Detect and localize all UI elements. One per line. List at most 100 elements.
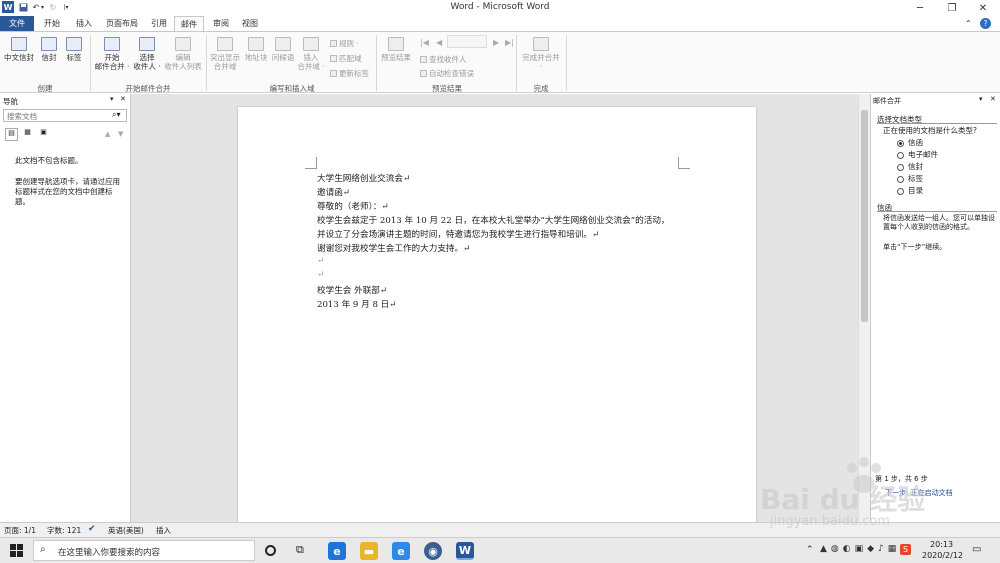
labels-icon [66,37,82,51]
status-page[interactable]: 页面: 1/1 [4,525,36,536]
envelopes-button[interactable]: 信封 [38,37,60,62]
notification-icon[interactable]: ▭ [972,544,981,555]
first-record-icon[interactable]: |◀ [420,38,429,47]
file-explorer-icon[interactable]: ▬ [360,542,378,560]
doc-line: 邀请函↵ [317,188,350,198]
find-recipient-button[interactable]: 查找收件人 [420,54,467,65]
finish-merge-button[interactable]: 完成并合并 · [518,37,564,71]
previous-record-icon[interactable]: ◀ [436,38,442,47]
nav-search-input[interactable]: 搜索文档 ⌕▾ [3,109,127,122]
cortana-icon[interactable] [265,545,276,556]
nav-tab-headings[interactable]: ▤ [5,128,18,141]
baidu-watermark-text: Bai du 经验 [760,483,926,516]
ie-icon[interactable]: e [392,542,410,560]
minimize-button[interactable]: ─ [905,0,935,16]
section-divider [877,123,997,124]
help-icon[interactable]: ? [980,18,991,29]
ribbon-separator [376,35,377,91]
group-finish-label: 完成 [533,84,549,93]
tab-page-layout[interactable]: 页面布局 [100,16,144,31]
next-record-icon[interactable]: ▶ [493,38,499,47]
tab-references[interactable]: 引用 [145,16,173,31]
nav-down-icon[interactable]: ▼ [118,130,123,138]
doc-line: 大学生网络创业交流会↵ [317,174,411,184]
tab-home[interactable]: 开始 [38,16,66,31]
option-email[interactable]: 电子邮件 [897,149,938,160]
radio-icon [897,163,904,171]
rules-button[interactable]: 规则 · [330,38,359,49]
radio-icon [897,151,904,159]
option-envelopes[interactable]: 信封 [897,161,923,172]
close-button[interactable]: ✕ [968,0,998,16]
doc-line: 校学生会 外联部↵ [317,286,388,296]
envelope-icon [11,37,27,51]
option-directory[interactable]: 目录 [897,185,923,196]
margin-corner-tl [305,157,317,169]
nav-tab-results[interactable]: ▣ [37,128,50,141]
recipients-icon [139,37,155,51]
status-insert-mode[interactable]: 插入 [156,525,171,536]
update-labels-button[interactable]: 更新标签 [330,68,369,79]
nav-tab-pages[interactable]: ▦ [21,128,34,141]
pane-options-icon[interactable]: ▾ [979,95,983,103]
pane-close-icon[interactable]: ✕ [990,95,996,103]
clock-date[interactable]: 2020/2/12 [922,551,963,560]
envelope-icon [41,37,57,51]
scroll-thumb[interactable] [861,110,868,322]
taskbar-search-box[interactable]: ⌕ 在这里输入你要搜索的内容 [33,540,255,561]
task-view-icon[interactable]: ⧉ [296,543,304,557]
ribbon-minimize-icon[interactable]: ⌃ [965,19,972,28]
tray-icons: ▲◍◐▣◆♪▦ [820,544,901,554]
greeting-line-button[interactable]: 问候语 [270,37,296,62]
status-language[interactable]: 英语(美国) [108,525,144,536]
edge-icon[interactable]: e [328,542,346,560]
ribbon: 中文信封 信封 标签 创建 开始 邮件合并 · 选择 收件人 · 编辑 收件人列表 开… [0,31,1000,93]
app-icon[interactable]: ◉ [424,542,442,560]
nav-pane-close-icon[interactable]: ✕ [120,95,126,103]
tab-review[interactable]: 审阅 [207,16,235,31]
update-labels-icon [330,70,337,77]
match-fields-icon [330,55,337,62]
check-errors-icon [420,70,427,77]
option-letters[interactable]: 信函 [897,137,923,148]
nav-up-icon[interactable]: ▲ [105,130,110,138]
nav-pane-title: 导航 [3,97,18,106]
highlight-merge-fields-button[interactable]: 突出显示 合并域 [208,37,242,71]
mail-merge-pane: 邮件合并 ▾ ✕ 选择文档类型 正在使用的文档是什么类型? 信函 电子邮件 信封… [870,94,1000,522]
maximize-button[interactable]: ❐ [937,0,967,16]
doc-line: 校学生会兹定于 2013 年 10 月 22 日，在本校大礼堂举办“大学生网络创… [317,216,670,226]
tab-mailings[interactable]: 邮件 [174,16,204,32]
tab-view[interactable]: 视图 [236,16,264,31]
preview-results-button[interactable]: 预览结果 [378,37,414,62]
select-recipients-button[interactable]: 选择 收件人 · [132,37,162,71]
last-record-icon[interactable]: ▶| [505,38,514,47]
clock-time[interactable]: 20:13 [930,540,953,549]
match-fields-button[interactable]: 匹配域 [330,53,362,64]
option-labels[interactable]: 标签 [897,173,923,184]
nav-pane-options-icon[interactable]: ▾ [110,95,114,103]
search-icon[interactable]: ⌕▾ [112,110,121,120]
ribbon-separator [90,35,91,91]
windows-start-icon[interactable] [10,544,23,557]
start-mail-merge-button[interactable]: 开始 邮件合并 · [92,37,132,71]
proofing-icon[interactable]: ✔ [88,524,96,534]
document-icon [104,37,120,51]
word-taskbar-icon[interactable]: W [456,542,474,560]
labels-button[interactable]: 标签 [62,37,86,62]
chinese-envelope-button[interactable]: 中文信封 [2,37,36,62]
doc-line: 2013 年 9 月 8 日↵ [317,300,397,310]
insert-merge-field-button[interactable]: 插入 合并域 · [296,37,326,71]
ribbon-tabs: 文件 开始 插入 页面布局 引用 邮件 审阅 视图 ⌃ ? [0,16,1000,32]
sogou-icon[interactable]: S [900,544,911,555]
auto-check-errors-button[interactable]: 自动检查错误 [420,68,474,79]
edit-recipient-list-button[interactable]: 编辑 收件人列表 [162,37,204,71]
tab-insert[interactable]: 插入 [70,16,98,31]
document-page[interactable] [238,107,756,527]
title-bar: W ↶ ▾ ↻ |▾ Word - Microsoft Word ─ ❐ ✕ [0,0,1000,16]
status-words[interactable]: 字数: 121 [47,525,81,536]
insert-field-icon [303,37,319,51]
tray-chevron-icon[interactable]: ⌃ [806,545,814,555]
address-block-button[interactable]: 地址块 [243,37,269,62]
tab-file[interactable]: 文件 [0,16,34,31]
record-number-input[interactable] [447,35,487,48]
